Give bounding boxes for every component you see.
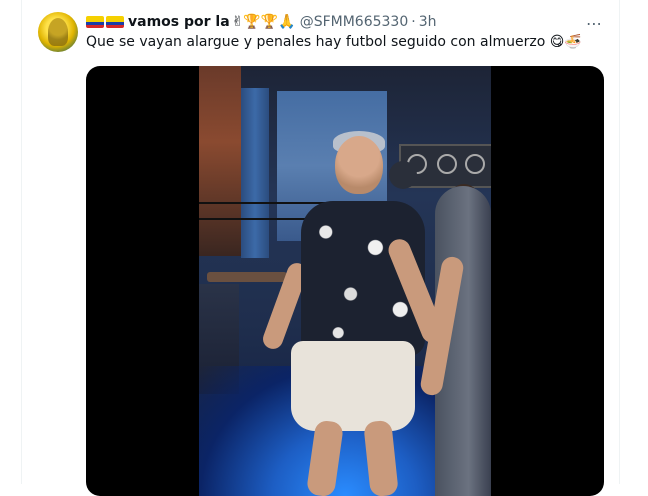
video-scene-table [207, 272, 287, 282]
colombia-flag-icon [86, 16, 104, 28]
colombia-flag-icon [106, 16, 124, 28]
separator-dot: · [411, 14, 416, 30]
name-emojis: ✌🏆🏆🙏 [231, 14, 296, 30]
tweet-text: Que se vayan alargue y penales hay futbo… [86, 34, 582, 50]
video-scene-pillar [241, 88, 269, 258]
user-handle[interactable]: @SFMM665330 [300, 14, 409, 30]
dancer-shorts [291, 341, 415, 431]
display-name[interactable]: vamos por la [128, 14, 230, 30]
avatar-figure [48, 18, 68, 46]
dancer-head [335, 136, 383, 194]
video-scene-rail [199, 218, 319, 220]
tweet-header: vamos por la ✌🏆🏆🙏 @SFMM665330 · 3h [86, 12, 436, 32]
tweet-timestamp[interactable]: 3h [419, 14, 437, 30]
tweet-video[interactable] [86, 66, 604, 496]
user-avatar[interactable] [38, 12, 78, 52]
more-options-icon[interactable]: ⋯ [584, 14, 604, 33]
video-frame [199, 66, 491, 496]
video-scene-wall [199, 66, 241, 256]
video-scene-background-person [389, 161, 417, 189]
